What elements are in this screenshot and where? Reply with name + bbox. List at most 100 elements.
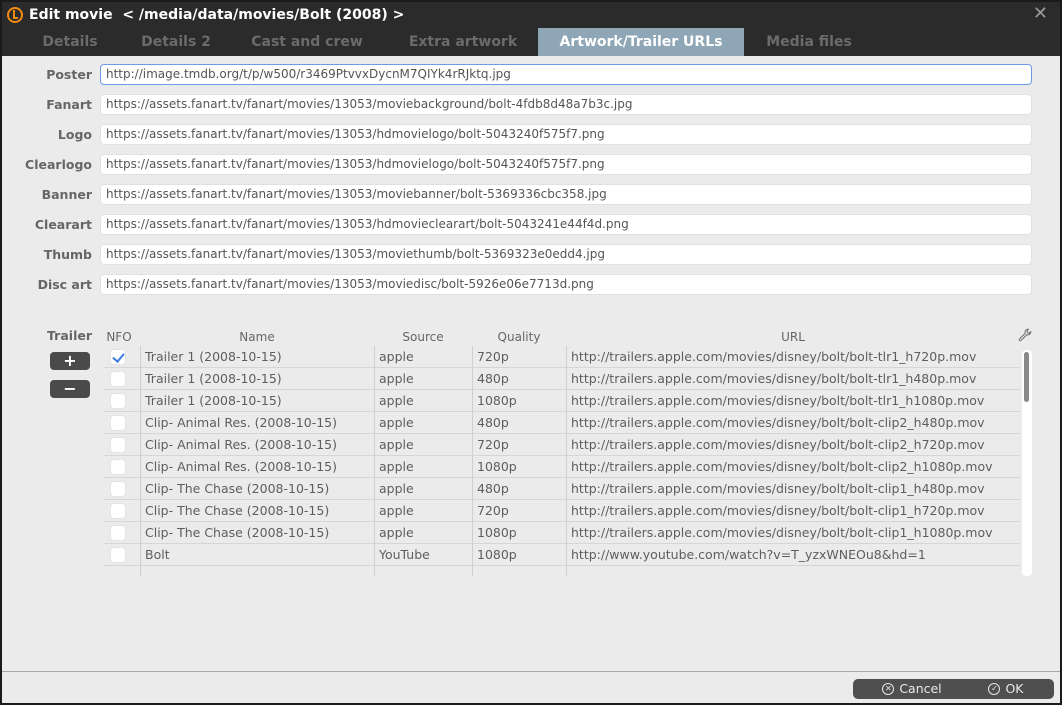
name-cell[interactable]: Bolt — [140, 544, 374, 566]
quality-cell[interactable]: 480p — [472, 412, 566, 434]
name-cell[interactable]: Trailer 1 (2008-10-15) — [140, 368, 374, 390]
url-cell[interactable]: http://trailers.apple.com/movies/disney/… — [566, 522, 1020, 544]
source-cell[interactable]: apple — [374, 522, 472, 544]
quality-cell[interactable]: 1080p — [472, 544, 566, 566]
tab-extra-artwork[interactable]: Extra artwork — [388, 28, 538, 56]
quality-cell[interactable]: 720p — [472, 346, 566, 368]
window-title: Edit movie < /media/data/movies/Bolt (20… — [29, 7, 405, 23]
table-row[interactable]: Trailer 1 (2008-10-15) apple 1080p http://t… — [104, 390, 1020, 412]
banner-url-input[interactable]: https://assets.fanart.tv/fanart/movies/1… — [100, 184, 1032, 205]
table-row[interactable]: Bolt YouTube 1080p http://www.youtube.com/w… — [104, 544, 1020, 566]
cancel-button[interactable]: ✕ Cancel — [853, 679, 971, 699]
ok-button[interactable]: ✓ OK — [958, 679, 1054, 699]
name-cell[interactable]: Clip- Animal Res. (2008-10-15) — [140, 412, 374, 434]
url-cell[interactable]: http://trailers.apple.com/movies/disney/… — [566, 456, 1020, 478]
nfo-cell[interactable] — [104, 522, 140, 544]
url-cell[interactable]: http://trailers.apple.com/movies/disney/… — [566, 368, 1020, 390]
url-cell[interactable]: http://www.youtube.com/watch?v=T_yzxWNEO… — [566, 544, 1020, 566]
table-row[interactable]: Clip- Animal Res. (2008-10-15) apple 720p h… — [104, 434, 1020, 456]
source-cell[interactable]: apple — [374, 456, 472, 478]
nfo-checkbox[interactable] — [110, 371, 126, 387]
remove-trailer-button[interactable]: − — [50, 380, 90, 398]
table-row[interactable]: Clip- Animal Res. (2008-10-15) apple 1080p… — [104, 456, 1020, 478]
source-cell[interactable]: apple — [374, 434, 472, 456]
close-icon[interactable]: ✕ — [1033, 5, 1048, 23]
nfo-cell[interactable] — [104, 544, 140, 566]
tab-details-2[interactable]: Details 2 — [126, 28, 226, 56]
nfo-cell[interactable] — [104, 456, 140, 478]
quality-cell[interactable]: 480p — [472, 478, 566, 500]
url-cell[interactable]: http://trailers.apple.com/movies/disney/… — [566, 346, 1020, 368]
nfo-checkbox[interactable] — [110, 459, 126, 475]
nfo-cell[interactable] — [104, 368, 140, 390]
table-row[interactable]: Trailer 1 (2008-10-15) apple 720p http://tr… — [104, 346, 1020, 368]
poster-url-input[interactable]: http://image.tmdb.org/t/p/w500/r3469Ptvv… — [100, 64, 1032, 85]
table-row[interactable]: Clip- The Chase (2008-10-15) apple 480p htt… — [104, 478, 1020, 500]
tab-cast-and-crew[interactable]: Cast and crew — [226, 28, 388, 56]
source-cell[interactable]: apple — [374, 390, 472, 412]
thumb-url-input[interactable]: https://assets.fanart.tv/fanart/movies/1… — [100, 244, 1032, 265]
logo-url-input[interactable]: https://assets.fanart.tv/fanart/movies/1… — [100, 124, 1032, 145]
url-cell[interactable]: http://trailers.apple.com/movies/disney/… — [566, 390, 1020, 412]
quality-cell[interactable]: 720p — [472, 434, 566, 456]
nfo-checkbox[interactable] — [110, 525, 126, 541]
url-cell[interactable]: http://trailers.apple.com/movies/disney/… — [566, 434, 1020, 456]
quality-cell[interactable]: 1080p — [472, 522, 566, 544]
column-header-nfo[interactable]: NFO — [104, 330, 134, 344]
nfo-cell[interactable] — [104, 478, 140, 500]
quality-cell[interactable]: 720p — [472, 500, 566, 522]
name-cell[interactable]: Trailer 1 (2008-10-15) — [140, 346, 374, 368]
quality-cell[interactable]: 1080p — [472, 456, 566, 478]
table-row[interactable]: Clip- The Chase (2008-10-15) apple 1080p ht… — [104, 522, 1020, 544]
name-cell[interactable]: Trailer 1 (2008-10-15) — [140, 390, 374, 412]
nfo-cell[interactable] — [104, 412, 140, 434]
logo-label: Logo — [57, 127, 92, 142]
url-cell[interactable]: http://trailers.apple.com/movies/disney/… — [566, 478, 1020, 500]
tab-media-files[interactable]: Media files — [744, 28, 874, 56]
source-cell[interactable]: apple — [374, 412, 472, 434]
table-row[interactable]: Clip- The Chase (2008-10-15) apple 720p htt… — [104, 500, 1020, 522]
name-cell[interactable]: Clip- The Chase (2008-10-15) — [140, 522, 374, 544]
source-cell[interactable]: YouTube — [374, 544, 472, 566]
quality-cell[interactable]: 1080p — [472, 390, 566, 412]
scrollbar-thumb[interactable] — [1024, 352, 1029, 402]
source-cell[interactable]: apple — [374, 478, 472, 500]
name-cell[interactable]: Clip- Animal Res. (2008-10-15) — [140, 456, 374, 478]
nfo-checkbox[interactable] — [110, 349, 126, 365]
column-header-name[interactable]: Name — [140, 330, 374, 344]
source-cell[interactable]: apple — [374, 500, 472, 522]
name-cell[interactable]: Clip- The Chase (2008-10-15) — [140, 500, 374, 522]
nfo-checkbox[interactable] — [110, 547, 126, 563]
column-header-source[interactable]: Source — [374, 330, 472, 344]
name-cell[interactable]: Clip- The Chase (2008-10-15) — [140, 478, 374, 500]
nfo-cell[interactable] — [104, 500, 140, 522]
title-bar: Edit movie < /media/data/movies/Bolt (20… — [2, 2, 1060, 28]
nfo-cell[interactable] — [104, 434, 140, 456]
fanart-url-input[interactable]: https://assets.fanart.tv/fanart/movies/1… — [100, 94, 1032, 115]
url-cell[interactable]: http://trailers.apple.com/movies/disney/… — [566, 412, 1020, 434]
quality-cell[interactable]: 480p — [472, 368, 566, 390]
clearart-url-input[interactable]: https://assets.fanart.tv/fanart/movies/1… — [100, 214, 1032, 235]
name-cell[interactable]: Clip- Animal Res. (2008-10-15) — [140, 434, 374, 456]
tab-artwork-trailer-urls[interactable]: Artwork/Trailer URLs — [538, 28, 744, 56]
table-row[interactable]: Trailer 1 (2008-10-15) apple 480p http://tr… — [104, 368, 1020, 390]
wrench-icon[interactable] — [1018, 328, 1034, 344]
source-cell[interactable]: apple — [374, 346, 472, 368]
nfo-checkbox[interactable] — [110, 481, 126, 497]
nfo-cell[interactable] — [104, 390, 140, 412]
nfo-checkbox[interactable] — [110, 503, 126, 519]
column-header-quality[interactable]: Quality — [472, 330, 566, 344]
table-scrollbar[interactable] — [1022, 350, 1032, 576]
url-cell[interactable]: http://trailers.apple.com/movies/disney/… — [566, 500, 1020, 522]
table-row[interactable]: Clip- Animal Res. (2008-10-15) apple 480p h… — [104, 412, 1020, 434]
source-cell[interactable]: apple — [374, 368, 472, 390]
nfo-checkbox[interactable] — [110, 393, 126, 409]
nfo-checkbox[interactable] — [110, 437, 126, 453]
nfo-cell[interactable] — [104, 346, 140, 368]
tab-details[interactable]: Details — [14, 28, 126, 56]
nfo-checkbox[interactable] — [110, 415, 126, 431]
column-header-url[interactable]: URL — [566, 330, 1020, 344]
clearlogo-url-input[interactable]: https://assets.fanart.tv/fanart/movies/1… — [100, 154, 1032, 175]
add-trailer-button[interactable]: + — [50, 352, 90, 370]
disc-art-url-input[interactable]: https://assets.fanart.tv/fanart/movies/1… — [100, 274, 1032, 295]
